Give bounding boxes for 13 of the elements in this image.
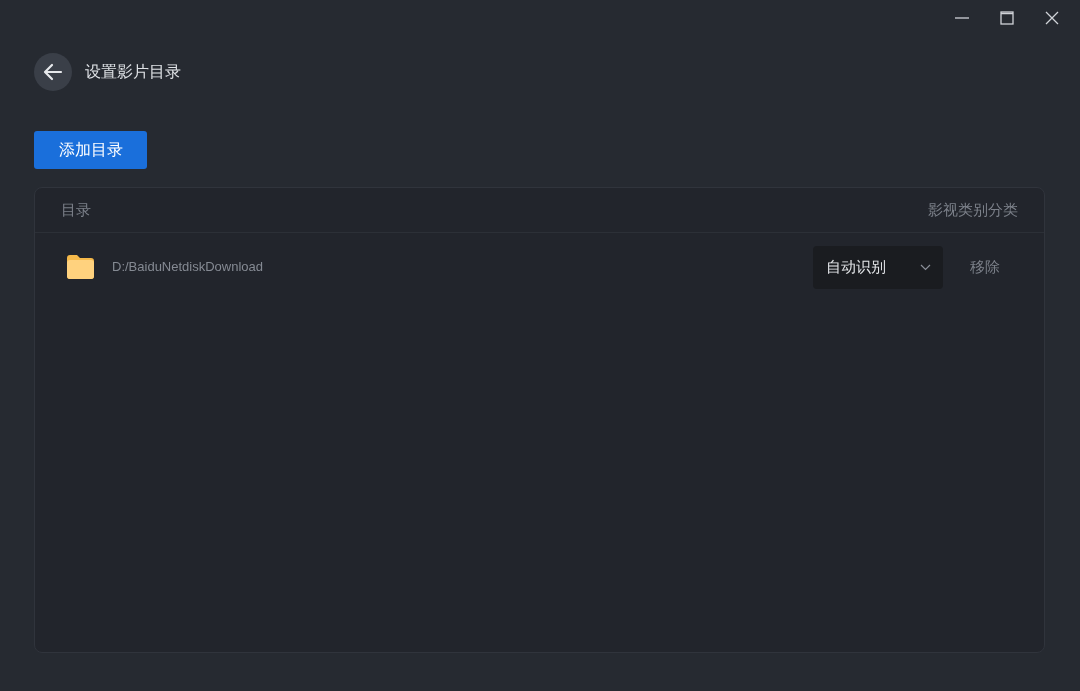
add-directory-button[interactable]: 添加目录 xyxy=(34,131,147,169)
remove-button[interactable]: 移除 xyxy=(970,255,1000,279)
column-header: 影视类别分类 xyxy=(928,199,1018,220)
back-button[interactable] xyxy=(34,53,72,91)
directory-path: D:/BaiduNetdiskDownload xyxy=(112,258,265,277)
close-icon[interactable] xyxy=(1043,10,1060,26)
folder-icon xyxy=(66,254,95,280)
back-arrow-icon xyxy=(43,63,63,81)
column-header: 目录 xyxy=(61,199,91,220)
category-dropdown[interactable]: 自动识别 xyxy=(813,245,943,289)
maximize-icon[interactable] xyxy=(998,10,1015,26)
chevron-down-icon xyxy=(920,263,931,271)
page-title: 设置影片目录 xyxy=(85,62,181,82)
